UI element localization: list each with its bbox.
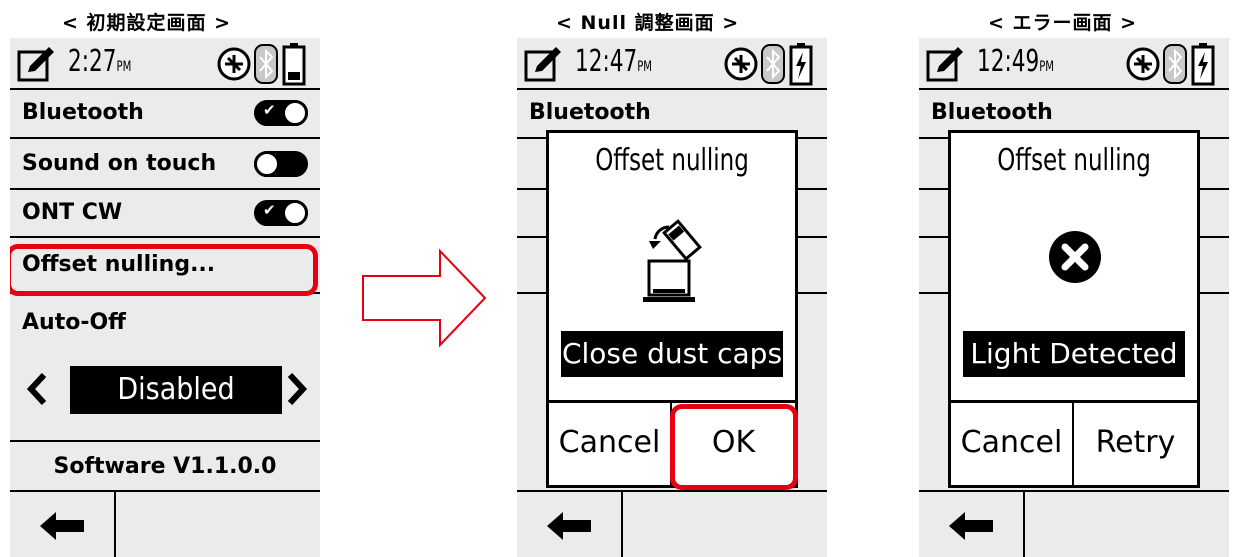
highlight-box [10,244,318,296]
dust-cap-icon [643,219,702,302]
error-x-icon [1049,231,1101,283]
bluetooth-label: Bluetooth [529,100,651,125]
toggle-knob [254,151,280,177]
check-icon: ✔ [263,201,276,219]
initial-settings-screen: 2:27PM Bluetooth ✔ Sound on touch ONT CW… [10,38,320,557]
dialog-message: Close dust caps [561,331,783,377]
caption-initial: < 初期設定画面 > [62,12,232,34]
bluetooth-icon [254,44,278,84]
toggle-knob [282,200,308,226]
connection-icon [724,47,758,81]
highlight-box [670,404,798,490]
edit-icon[interactable] [925,44,965,84]
back-arrow-icon[interactable] [949,512,993,540]
battery-charging-icon [1191,43,1215,86]
connection-icon [217,47,251,81]
divider [1023,492,1025,557]
ont-cw-row[interactable]: ONT CW ✔ [10,190,320,238]
battery-icon [282,43,306,86]
cancel-button[interactable]: Cancel [549,403,672,485]
clock: 12:49PM [977,44,1054,79]
chevron-right-icon[interactable] [286,372,308,406]
cancel-button[interactable]: Cancel [951,403,1074,485]
dialog-button-row: Cancel Retry [951,400,1197,485]
auto-off-value: Disabled [70,366,282,414]
auto-off-label: Auto-Off [22,310,126,335]
back-arrow-icon[interactable] [40,512,84,540]
offset-nulling-dialog: Offset nulling Light Detected Cancel Ret… [948,130,1200,488]
flow-arrow [362,248,487,348]
retry-button[interactable]: Retry [1074,403,1197,485]
ont-cw-label: ONT CW [22,200,123,225]
sound-on-touch-row[interactable]: Sound on touch [10,139,320,190]
bottom-bar [517,490,827,557]
sound-on-touch-label: Sound on touch [22,151,217,176]
edit-icon[interactable] [16,44,56,84]
bluetooth-icon [1163,44,1187,84]
clock: 12:47PM [575,44,652,79]
bluetooth-label: Bluetooth [22,100,144,125]
back-arrow-icon[interactable] [547,512,591,540]
bottom-bar [919,490,1229,557]
bluetooth-icon [761,44,785,84]
null-adjust-screen: 12:47PM Bluetooth Offset nulling Close d… [517,38,827,557]
software-version: Software V1.1.0.0 [53,454,277,479]
dialog-title: Offset nulling [595,143,749,178]
bluetooth-label: Bluetooth [931,100,1053,125]
divider [114,492,116,557]
status-bar: 2:27PM [10,38,320,90]
toggle-knob [282,100,308,126]
chevron-left-icon[interactable] [26,372,48,406]
status-bar: 12:49PM [919,38,1229,90]
edit-icon[interactable] [523,44,563,84]
battery-charging-icon [789,43,813,86]
divider [621,492,623,557]
auto-off-section: Auto-Off Disabled [10,294,320,442]
ont-cw-toggle[interactable]: ✔ [254,200,308,226]
bottom-bar [10,490,320,557]
bluetooth-row[interactable]: Bluetooth ✔ [10,90,320,139]
clock: 2:27PM [68,44,132,79]
sound-on-touch-toggle[interactable] [254,151,308,177]
check-icon: ✔ [263,101,276,119]
dialog-message: Light Detected [963,331,1185,377]
status-bar: 12:47PM [517,38,827,90]
error-screen: 12:49PM Bluetooth Offset nulling Light D… [919,38,1229,557]
caption-null-adjust: < Null 調整画面 > [556,12,740,34]
caption-error: < エラー画面 > [988,12,1138,34]
bluetooth-toggle[interactable]: ✔ [254,100,308,126]
connection-icon [1126,47,1160,81]
dialog-title: Offset nulling [997,143,1151,178]
